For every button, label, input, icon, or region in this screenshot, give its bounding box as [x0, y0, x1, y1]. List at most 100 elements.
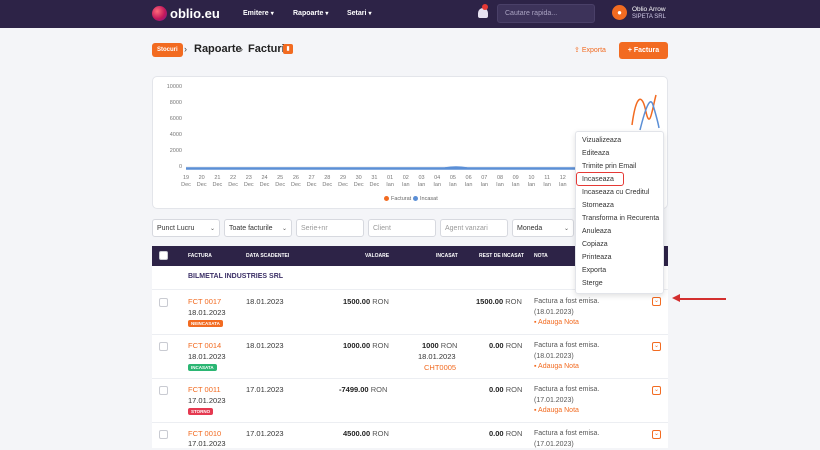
client-input[interactable]: Client: [368, 219, 436, 237]
col-valoare[interactable]: VALOARE: [365, 253, 389, 259]
arrowhead-icon: [672, 294, 680, 302]
due-date: 18.01.2023: [246, 341, 284, 350]
due-date: 17.01.2023: [246, 429, 284, 438]
add-nota-link[interactable]: ▪ Adauga Nota: [534, 319, 579, 326]
x-tick-label: 12 Ian: [558, 175, 567, 188]
serie-nr-input[interactable]: Serie+nr: [296, 219, 364, 237]
row-actions-dropdown-icon[interactable]: ⌄: [652, 386, 661, 395]
x-tick-label: 29 Dec: [338, 175, 348, 188]
menu-item-vizualizeaza[interactable]: Vizualizeaza: [582, 137, 621, 144]
chevron-down-icon: ⌄: [209, 226, 215, 232]
menu-item-anuleaza[interactable]: Anuleaza: [582, 228, 611, 235]
toate-facturile-select[interactable]: Toate facturile ⌄: [224, 219, 292, 237]
note-icon: ▪: [534, 363, 537, 370]
valoare: 1000.00 RON: [343, 341, 389, 350]
x-tick-label: 21 Dec: [212, 175, 223, 188]
x-tick-label: 31 Dec: [369, 175, 380, 188]
row-divider: [152, 378, 668, 379]
menu-item-printeaza[interactable]: Printeaza: [582, 254, 612, 261]
x-tick-label: 04 Ian: [433, 175, 442, 188]
invoice-number[interactable]: FCT 0011: [188, 385, 221, 394]
invoice-number[interactable]: FCT 0010: [188, 429, 221, 438]
incasat-document-link[interactable]: CHT0005: [424, 363, 456, 372]
x-tick-label: 24 Dec: [259, 175, 270, 188]
x-tick-label: 02 Ian: [401, 175, 410, 188]
valoare: 1500.00 RON: [343, 297, 389, 306]
row-divider: [152, 334, 668, 335]
rest-de-incasat: 0.00 RON: [489, 385, 523, 394]
row-actions-dropdown-icon[interactable]: ⌄: [652, 297, 661, 306]
x-tick-label: 10 Ian: [527, 175, 536, 188]
moneda-select[interactable]: Moneda ⌄: [512, 219, 574, 237]
select-all-checkbox[interactable]: [159, 251, 168, 260]
row-actions-dropdown-icon[interactable]: ⌄: [652, 342, 661, 351]
series-facturat-line: [631, 94, 657, 126]
nota-text: Factura a fost emisa. (18.01.2023): [534, 342, 600, 360]
client-group-name[interactable]: BILMETAL INDUSTRIES SRL: [188, 273, 283, 280]
x-tick-label: 22 Dec: [228, 175, 238, 188]
menu-item-exporta[interactable]: Exporta: [582, 267, 606, 274]
invoice-date: 17.01.2023: [188, 439, 226, 448]
valoare: 4500.00 RON: [343, 429, 389, 438]
valoare: -7499.00 RON: [339, 385, 388, 394]
legend-dot-icon: [413, 196, 418, 202]
x-tick-label: 08 Ian: [496, 175, 504, 188]
status-badge: NEINCASATA: [188, 320, 223, 327]
x-tick-label: 19 Dec: [181, 175, 191, 188]
col-data-scadentei[interactable]: DATA SCADENTEI: [246, 253, 289, 259]
status-badge: INCASATA: [188, 364, 217, 371]
agent-vanzari-input[interactable]: Agent vanzari: [440, 219, 508, 237]
punct-lucru-select[interactable]: Punct Lucru ⌄: [152, 219, 220, 237]
row-checkbox[interactable]: [159, 430, 168, 439]
highlight-box: [576, 172, 624, 186]
menu-item-incaseaza-credit[interactable]: Incaseaza cu Creditul: [582, 189, 649, 196]
invoice-number[interactable]: FCT 0014: [188, 341, 221, 350]
legend-incasat[interactable]: Incasat: [413, 196, 438, 202]
row-divider: [152, 422, 668, 423]
menu-item-editeaza[interactable]: Editeaza: [582, 150, 609, 157]
x-tick-label: 11 Ian: [543, 175, 551, 188]
add-nota-link[interactable]: ▪ Adauga Nota: [534, 363, 579, 370]
row-checkbox[interactable]: [159, 342, 168, 351]
nota-text: Factura a fost emisa. (17.01.2023): [534, 386, 600, 404]
chevron-down-icon: ⌄: [281, 226, 287, 232]
row-actions-dropdown-icon[interactable]: ⌄: [652, 430, 661, 439]
series-incasat-spike: [639, 101, 660, 131]
nota-text: Factura a fost emisa. (17.01.2023): [534, 430, 600, 448]
invoice-date: 18.01.2023: [188, 352, 226, 361]
col-factura[interactable]: FACTURA: [188, 253, 212, 259]
legend-facturat[interactable]: Facturat: [384, 196, 411, 202]
row-checkbox[interactable]: [159, 386, 168, 395]
due-date: 17.01.2023: [246, 385, 284, 394]
col-incasat[interactable]: INCASAT: [436, 253, 458, 259]
x-tick-label: 06 Ian: [464, 175, 473, 188]
x-tick-label: 09 Ian: [511, 175, 520, 188]
incasat-amount: 1000 RON: [422, 341, 458, 350]
col-rest-de-incasat[interactable]: REST DE INCASAT: [479, 253, 524, 259]
menu-item-recurenta[interactable]: Transforma in Recurenta: [582, 215, 659, 222]
row-checkbox[interactable]: [159, 298, 168, 307]
x-tick-label: 30 Dec: [353, 175, 364, 188]
col-nota[interactable]: NOTA: [534, 253, 548, 259]
x-tick-label: 01 Ian: [386, 175, 394, 188]
rest-de-incasat: 0.00 RON: [489, 429, 523, 438]
x-tick-label: 25 Dec: [275, 175, 286, 188]
menu-item-copiaza[interactable]: Copiaza: [582, 241, 608, 248]
nota-text: Factura a fost emisa. (18.01.2023): [534, 298, 600, 316]
chevron-down-icon: ⌄: [563, 226, 569, 232]
invoice-date: 17.01.2023: [188, 396, 226, 405]
invoice-number[interactable]: FCT 0017: [188, 297, 221, 306]
x-tick-label: 23 Dec: [243, 175, 254, 188]
menu-item-trimite-email[interactable]: Trimite prin Email: [582, 163, 636, 170]
legend-dot-icon: [384, 196, 389, 202]
add-nota-link[interactable]: ▪ Adauga Nota: [534, 407, 579, 414]
x-tick-label: 03 Ian: [417, 175, 426, 188]
x-tick-label: 20 Dec: [196, 175, 207, 188]
x-tick-label: 28 Dec: [322, 175, 333, 188]
menu-item-storneaza[interactable]: Storneaza: [582, 202, 614, 209]
invoice-date: 18.01.2023: [188, 308, 226, 317]
rest-de-incasat: 1500.00 RON: [476, 297, 522, 306]
incasat-date: 18.01.2023: [418, 352, 456, 361]
x-tick-label: 26 Dec: [291, 175, 301, 188]
menu-item-sterge[interactable]: Sterge: [582, 280, 603, 287]
